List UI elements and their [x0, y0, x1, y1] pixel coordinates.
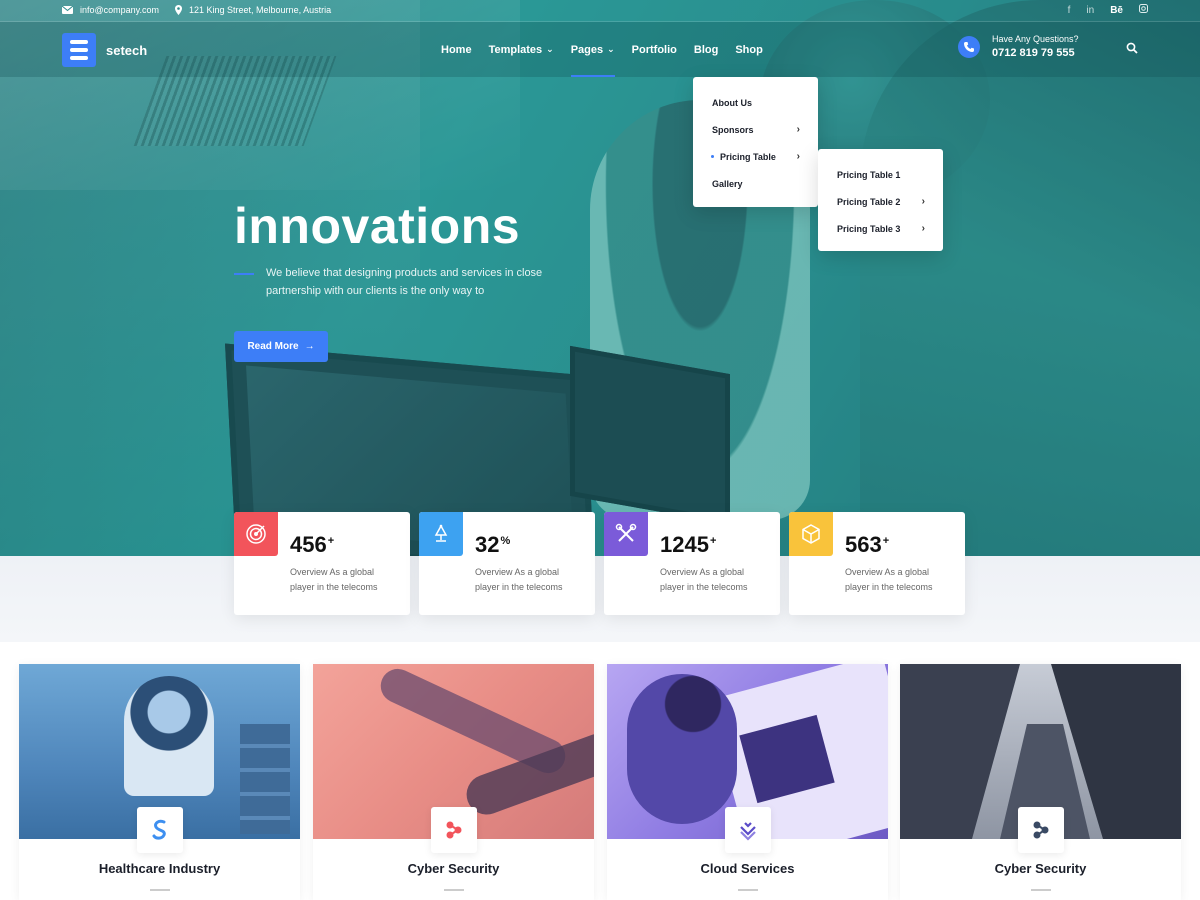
main-navbar: setech Home Templates ⌄ Pages ⌄ Portfolio … — [0, 22, 1200, 77]
stat-value: 32% — [475, 532, 511, 557]
stat-description: Overview As a global player in the telec… — [660, 567, 748, 592]
stat-description: Overview As a global player in the telec… — [290, 567, 378, 592]
stat-value: 1245+ — [660, 532, 717, 557]
nav-item-pages[interactable]: Pages ⌄ — [570, 22, 615, 77]
submenu-item-pricing-table-1[interactable]: Pricing Table 1 — [818, 161, 943, 188]
nav-label: Shop — [735, 43, 763, 56]
dropdown-label: Pricing Table — [720, 151, 776, 162]
stat-description: Overview As a global player in the telec… — [845, 567, 933, 592]
pricing-submenu: Pricing Table 1 Pricing Table 2 › Pricing… — [818, 149, 943, 251]
topbar-address-text: 121 King Street, Melbourne, Austria — [189, 5, 332, 15]
chevron-down-icon: ⌄ — [607, 44, 615, 54]
service-card-cyber-security[interactable]: Cyber Security — [313, 664, 594, 900]
behance-icon[interactable]: Bē — [1110, 5, 1123, 16]
stat-card: 32% Overview As a global player in the t… — [419, 512, 595, 615]
location-pin-icon — [175, 5, 182, 15]
s-logo-icon — [137, 807, 183, 853]
facebook-icon[interactable]: f — [1068, 5, 1071, 16]
read-more-label: Read More — [247, 341, 299, 352]
nav-item-shop[interactable]: Shop — [735, 22, 763, 77]
arrow-right-icon: → — [304, 341, 315, 352]
title-underline — [150, 889, 170, 891]
nav-item-portfolio[interactable]: Portfolio — [632, 22, 677, 77]
main-menu: Home Templates ⌄ Pages ⌄ Portfolio Blog Sh… — [441, 22, 780, 77]
logo-text: setech — [106, 42, 148, 58]
submenu-item-pricing-table-3[interactable]: Pricing Table 3 › — [818, 215, 943, 242]
cube-icon — [789, 512, 833, 556]
pages-dropdown: About Us Sponsors › Pricing Table › Galler… — [693, 77, 818, 207]
search-icon[interactable] — [1126, 42, 1138, 54]
chevron-down-icon: ⌄ — [546, 44, 554, 54]
layers-icon — [725, 807, 771, 853]
stat-value: 456+ — [290, 532, 335, 557]
submenu-label: Pricing Table 1 — [837, 169, 901, 180]
nav-item-blog[interactable]: Blog — [694, 22, 718, 77]
target-icon — [234, 512, 278, 556]
dropdown-item-sponsors[interactable]: Sponsors › — [693, 116, 818, 143]
stat-card: 1245+ Overview As a global player in the… — [604, 512, 780, 615]
stats-row: 456+ Overview As a global player in the … — [234, 512, 966, 616]
mail-icon — [62, 6, 73, 14]
service-card-cloud-services[interactable]: Cloud Services — [607, 664, 888, 900]
stat-value: 563+ — [845, 532, 890, 557]
stat-card: 456+ Overview As a global player in the … — [234, 512, 410, 615]
social-links: f in Bē — [1068, 4, 1148, 16]
hero-overlay — [0, 0, 1200, 556]
dropdown-item-about-us[interactable]: About Us — [693, 89, 818, 116]
nav-label: Home — [441, 43, 472, 56]
nav-label: Portfolio — [631, 43, 677, 56]
hero-text: We believe that designing products and s… — [266, 267, 543, 297]
stat-description: Overview As a global player in the telec… — [475, 567, 563, 592]
chevron-right-icon: › — [921, 196, 925, 207]
submenu-label: Pricing Table 2 — [837, 196, 901, 207]
topbar-email-text: info@company.com — [80, 5, 160, 15]
nav-label: Blog — [693, 43, 719, 56]
contact-phone: 0712 819 79 555 — [992, 47, 1075, 59]
top-bar: info@company.com 121 King Street, Melbou… — [0, 0, 1200, 22]
service-title: Cloud Services — [700, 861, 795, 876]
tools-icon — [604, 512, 648, 556]
hero-title: innovations — [234, 198, 521, 254]
dropdown-label: Gallery — [712, 178, 743, 189]
dropdown-item-gallery[interactable]: Gallery — [693, 170, 818, 197]
dropdown-item-pricing-table[interactable]: Pricing Table › — [693, 143, 818, 170]
chevron-right-icon: › — [796, 124, 800, 135]
phone-icon — [958, 35, 980, 58]
instagram-icon[interactable] — [1139, 4, 1148, 16]
chevron-right-icon: › — [796, 151, 800, 162]
service-card-healthcare[interactable]: Healthcare Industry — [19, 664, 300, 900]
dropdown-label: About Us — [712, 97, 752, 108]
submenu-label: Pricing Table 3 — [837, 223, 901, 234]
read-more-button[interactable]: Read More → — [234, 331, 328, 362]
title-underline — [444, 889, 464, 891]
site-logo[interactable]: setech — [62, 33, 147, 67]
nodes-icon — [1018, 807, 1064, 853]
contact-question: Have Any Questions? — [992, 34, 1079, 44]
submenu-item-pricing-table-2[interactable]: Pricing Table 2 › — [818, 188, 943, 215]
nav-label: Templates — [488, 43, 543, 56]
contact-block[interactable]: Have Any Questions? 0712 819 79 555 — [958, 34, 1079, 59]
chevron-right-icon: › — [921, 223, 925, 234]
lamp-icon — [419, 512, 463, 556]
nav-item-home[interactable]: Home — [441, 22, 472, 77]
dropdown-label: Sponsors — [712, 124, 754, 135]
nav-item-templates[interactable]: Templates ⌄ — [489, 22, 554, 77]
title-underline — [1031, 889, 1051, 891]
title-underline — [738, 889, 758, 891]
topbar-email[interactable]: info@company.com — [62, 5, 159, 15]
stat-card: 563+ Overview As a global player in the … — [789, 512, 965, 615]
topbar-address: 121 King Street, Melbourne, Austria — [175, 5, 331, 15]
service-title: Healthcare Industry — [98, 861, 221, 876]
nav-label: Pages — [570, 43, 604, 56]
service-title: Cyber Security — [407, 861, 500, 876]
logo-mark-icon — [62, 33, 96, 67]
service-title: Cyber Security — [994, 861, 1087, 876]
hero-banner — [0, 0, 1200, 556]
nodes-icon — [431, 807, 477, 853]
service-card-cyber-security-2[interactable]: Cyber Security — [900, 664, 1181, 900]
linkedin-icon[interactable]: in — [1086, 5, 1094, 16]
hero-accent-line — [234, 273, 254, 275]
